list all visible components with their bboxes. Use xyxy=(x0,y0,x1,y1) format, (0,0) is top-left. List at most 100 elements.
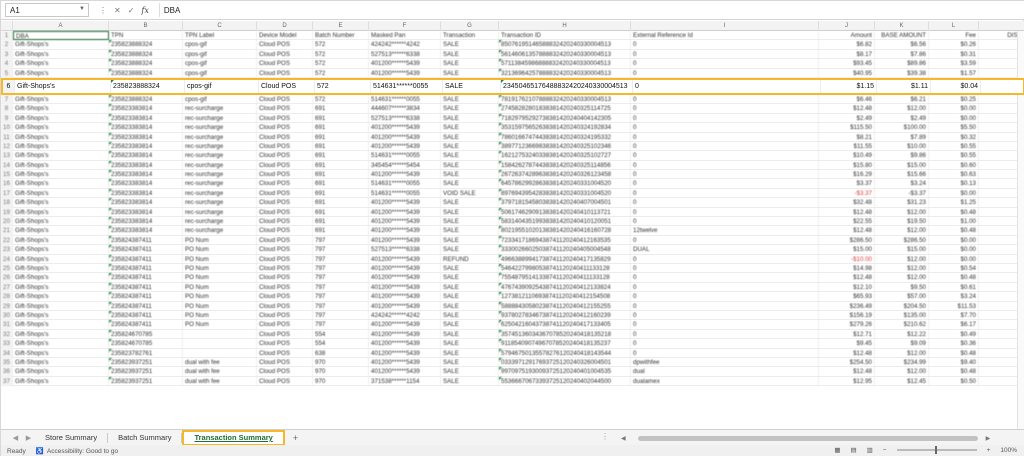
cell[interactable]: $9.45 xyxy=(819,339,875,349)
column-header[interactable]: B xyxy=(109,21,183,31)
column-title[interactable]: Amount xyxy=(819,31,875,41)
row-number[interactable]: 36 xyxy=(1,367,13,377)
cell[interactable]: $12.95 xyxy=(819,376,875,387)
column-title[interactable]: Batch Number xyxy=(313,31,369,41)
tab-transaction-summary[interactable]: Transaction Summary xyxy=(182,429,285,446)
cell[interactable]: SALE xyxy=(443,79,501,93)
cell[interactable]: $12.48 xyxy=(819,367,875,377)
cell[interactable]: 235823782761 xyxy=(109,348,183,358)
cell[interactable]: 514631******0055 xyxy=(369,151,441,161)
row-number[interactable]: 9 xyxy=(1,113,13,124)
cell[interactable]: $14.98 xyxy=(819,263,875,274)
cell[interactable]: dual xyxy=(631,367,819,377)
cell[interactable]: 0 xyxy=(631,179,819,189)
table-row[interactable]: 27 Gift-Shops's 235824387411 PO Num Cloud PO… xyxy=(1,282,1024,293)
cell[interactable]: 797 xyxy=(313,292,369,302)
row-number[interactable]: 8 xyxy=(1,104,13,114)
cell[interactable]: 235823383814 xyxy=(109,226,183,236)
add-sheet-icon[interactable]: + xyxy=(293,433,298,443)
page-break-icon[interactable]: ▥ xyxy=(867,446,873,454)
cell[interactable]: 91185409074967078520240418135237 xyxy=(499,339,631,349)
cell[interactable]: SALE xyxy=(441,94,499,105)
row-number[interactable]: 35 xyxy=(1,357,13,368)
table-row[interactable]: 33 Gift-Shops's 235824670785 Cloud POS 554 40… xyxy=(1,339,1024,349)
cell[interactable]: $16.29 xyxy=(819,170,875,180)
cell[interactable]: 0 xyxy=(631,329,819,340)
column-title[interactable]: TPN Label xyxy=(183,31,257,41)
cell[interactable]: Cloud POS xyxy=(257,329,313,340)
cell[interactable]: PO Num xyxy=(183,254,257,264)
cell[interactable]: 527513******6338 xyxy=(369,245,441,255)
cell[interactable]: 235823383814 xyxy=(109,113,183,124)
cell[interactable]: SALE xyxy=(441,292,499,302)
cell[interactable]: Cloud POS xyxy=(257,245,313,255)
row-number[interactable]: 13 xyxy=(1,151,13,161)
cell[interactable]: 401200******5439 xyxy=(369,357,441,368)
cell[interactable]: 89769439542838381420240331004520 xyxy=(499,188,631,199)
cell[interactable]: 235824387411 xyxy=(109,273,183,283)
cell[interactable]: 0 xyxy=(633,79,821,93)
column-header[interactable]: L xyxy=(929,21,979,31)
cell[interactable]: $8.21 xyxy=(819,132,875,142)
cell[interactable]: 235823383814 xyxy=(109,160,183,171)
cell[interactable]: Cloud POS xyxy=(257,40,313,50)
cell[interactable]: 401200******5439 xyxy=(369,132,441,142)
cell[interactable]: 401200******5439 xyxy=(369,198,441,208)
cell[interactable]: $3.37 xyxy=(819,179,875,189)
cell[interactable]: $0.50 xyxy=(929,376,979,387)
cell[interactable]: rec-surcharge xyxy=(183,160,257,171)
table-row[interactable]: 36 Gift-Shops's 235823937251 dual with fee C… xyxy=(1,367,1024,377)
header-row[interactable]: 1 DBA TPN TPN Label Device Model Batch Number… xyxy=(1,31,1024,41)
cell[interactable]: Cloud POS xyxy=(257,179,313,189)
cell[interactable]: 514631******0055 xyxy=(369,94,441,105)
cell[interactable]: 0 xyxy=(631,273,819,283)
cell[interactable]: 797 xyxy=(313,254,369,264)
row-number[interactable]: 16 xyxy=(1,179,13,189)
cell[interactable]: 0 xyxy=(631,301,819,311)
cell[interactable]: $9.50 xyxy=(875,282,929,293)
function-icon[interactable]: fx xyxy=(141,6,148,15)
cell[interactable]: 691 xyxy=(313,198,369,208)
cell[interactable]: 235823888324 xyxy=(109,49,183,60)
cell[interactable]: rec-surcharge xyxy=(183,226,257,236)
cell[interactable]: 691 xyxy=(313,160,369,171)
cell[interactable]: 99709751930093725120240401004535 xyxy=(499,367,631,377)
cell[interactable]: Gift-Shops's xyxy=(13,329,109,340)
cell[interactable]: Cloud POS xyxy=(257,188,313,199)
zoom-out-icon[interactable]: − xyxy=(883,447,887,454)
cell[interactable]: Gift-Shops's xyxy=(13,310,109,321)
cell[interactable]: $0.48 xyxy=(929,273,979,283)
cell[interactable]: Cloud POS xyxy=(257,104,313,114)
cell[interactable]: 03339712917693725120240326004501 xyxy=(499,357,631,368)
cell[interactable]: $89.86 xyxy=(875,59,929,69)
cell[interactable]: rec-surcharge xyxy=(183,179,257,189)
cell[interactable]: 0 xyxy=(631,113,819,124)
cell[interactable]: 0 xyxy=(631,132,819,142)
cell[interactable]: -$3.37 xyxy=(875,188,929,199)
cell[interactable]: 235823383814 xyxy=(109,179,183,189)
cell[interactable]: $6.46 xyxy=(819,94,875,105)
cell[interactable]: 235824387411 xyxy=(109,320,183,330)
cell[interactable]: SALE xyxy=(441,113,499,124)
table-row[interactable]: 13 Gift-Shops's 235823383814 rec-surcharge C… xyxy=(1,151,1024,161)
row-number[interactable]: 29 xyxy=(1,301,13,311)
cell[interactable]: Gift-Shops's xyxy=(13,113,109,124)
cell[interactable]: 235823888324 xyxy=(109,68,183,78)
cell[interactable]: Cloud POS xyxy=(257,301,313,311)
cell[interactable]: 235823937251 xyxy=(109,357,183,368)
cell[interactable]: SALE xyxy=(441,123,499,133)
column-header[interactable]: H xyxy=(499,21,631,31)
cell[interactable]: Cloud POS xyxy=(257,339,313,349)
cell[interactable]: 47674390925438741120240412133824 xyxy=(499,282,631,293)
cell[interactable]: $3.24 xyxy=(929,292,979,302)
cell[interactable]: $65.93 xyxy=(819,292,875,302)
table-row[interactable]: 7 Gift-Shops's 235823888324 cpos-gif Cloud P… xyxy=(1,94,1024,105)
cell[interactable]: 444607******3834 xyxy=(369,104,441,114)
cell[interactable]: $0.55 xyxy=(929,151,979,161)
cell[interactable]: 691 xyxy=(313,132,369,142)
cell[interactable]: 78191762107888832420240330004513 xyxy=(499,94,631,105)
cell[interactable]: 0 xyxy=(631,235,819,246)
cell[interactable]: 85076195146588832420240330004513 xyxy=(499,40,631,50)
cell[interactable]: Cloud POS xyxy=(257,310,313,321)
cell[interactable]: 56146061357888832420240330004513 xyxy=(499,49,631,60)
